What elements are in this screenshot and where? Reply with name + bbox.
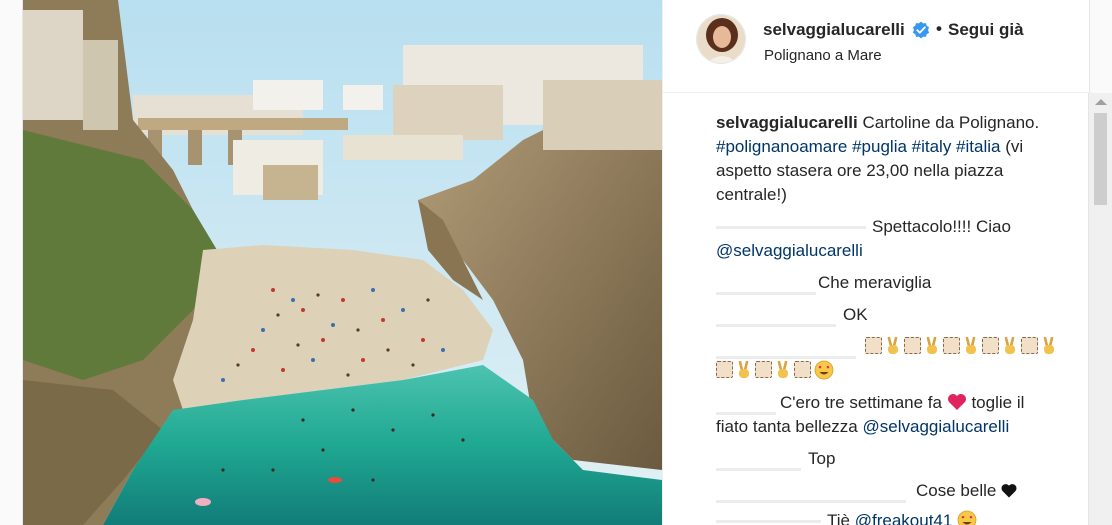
- avatar[interactable]: [696, 14, 746, 64]
- post-photo[interactable]: [23, 0, 662, 525]
- victory-hand-emoji: [887, 337, 898, 354]
- comment-text: Che meraviglia: [818, 273, 932, 292]
- caption-line-2: #polignanoamare #puglia #italy #italia (…: [716, 136, 1023, 158]
- scroll-up-arrow-icon[interactable]: [1095, 99, 1107, 105]
- victory-hand-emoji: [738, 361, 749, 378]
- comments-scrollbar[interactable]: [1088, 93, 1112, 525]
- comment-text: toglie il: [971, 393, 1025, 412]
- instagram-post-dialog: selvaggialucarelli • Segui già Polignano…: [22, 0, 1092, 525]
- victory-hand-emoji: [1043, 337, 1054, 354]
- missing-glyph-box: [943, 337, 960, 354]
- caption-username[interactable]: selvaggialucarelli: [716, 113, 858, 132]
- comments-list: selvaggialucarelli Cartoline da Polignan…: [663, 94, 1092, 525]
- comment-line: Tiè @freakout41: [827, 510, 977, 525]
- post-sidebar: selvaggialucarelli • Segui già Polignano…: [662, 0, 1092, 525]
- separator-dot: •: [936, 19, 942, 38]
- comment-text: C'ero tre settimane fa: [780, 393, 942, 412]
- comment-text: OK: [843, 305, 868, 324]
- comment-text: Spettacolo!!!! Ciao: [872, 217, 1011, 236]
- missing-glyph-box: [794, 361, 811, 378]
- heart-eyes-emoji: [814, 360, 834, 380]
- caption-text-2: (vi: [1005, 137, 1024, 156]
- missing-glyph-box: [982, 337, 999, 354]
- caption-hashtags[interactable]: #polignanoamare #puglia #italy #italia: [716, 137, 1000, 156]
- comment-text: fiato tanta bellezza: [716, 417, 858, 436]
- victory-hand-emoji: [926, 337, 937, 354]
- caption-line-1: selvaggialucarelli Cartoline da Polignan…: [716, 112, 1039, 134]
- comment-username-redacted: [716, 500, 906, 503]
- comment-mention[interactable]: @selvaggialucarelli: [716, 240, 863, 262]
- missing-glyph-box: [865, 337, 882, 354]
- comment-username-redacted: [716, 226, 866, 229]
- comment-emoji-row-2: [716, 360, 834, 382]
- comment-username-redacted: [716, 468, 801, 471]
- post-author-username[interactable]: selvaggialucarelli: [763, 20, 905, 40]
- caption-line-4: centrale!): [716, 185, 787, 204]
- avatar-image: [697, 15, 745, 63]
- heart-eyes-emoji: [957, 510, 977, 525]
- caption-text-1: Cartoline da Polignano.: [862, 113, 1040, 132]
- comment-username-redacted: [716, 412, 776, 415]
- caption-line-3: aspetto stasera ore 23,00 nella piazza: [716, 161, 1004, 180]
- missing-glyph-box: [1021, 337, 1038, 354]
- comment-text: Cose belle: [916, 481, 997, 500]
- comment-text: Tiè: [827, 511, 850, 525]
- victory-hand-emoji: [965, 337, 976, 354]
- comment-mention[interactable]: @selvaggialucarelli: [863, 417, 1010, 436]
- comment-line: Cose belle: [916, 480, 1017, 502]
- victory-hand-emoji: [1004, 337, 1015, 354]
- comment-username-redacted: [716, 520, 821, 523]
- victory-hand-emoji: [777, 361, 788, 378]
- comment-text-line-2: fiato tanta bellezza @selvaggialucarelli: [716, 416, 1009, 438]
- post-header: selvaggialucarelli • Segui già Polignano…: [663, 0, 1092, 93]
- polignano-beach-image: [23, 0, 662, 525]
- post-location[interactable]: Polignano a Mare: [764, 47, 882, 64]
- red-heart-icon: [947, 394, 966, 410]
- black-heart-icon: [1001, 484, 1017, 498]
- missing-glyph-box: [716, 361, 733, 378]
- comment-text: Top: [808, 449, 836, 468]
- comment-mention[interactable]: @freakout41: [855, 511, 953, 525]
- missing-glyph-box: [904, 337, 921, 354]
- comment-username-redacted: [716, 324, 836, 327]
- following-button[interactable]: Segui già: [948, 20, 1024, 40]
- comment-emoji-row-1: [865, 336, 1060, 358]
- verified-badge-icon: [912, 21, 930, 39]
- scrollbar-thumb[interactable]: [1094, 113, 1107, 205]
- missing-glyph-box: [755, 361, 772, 378]
- comment-username-redacted: [716, 292, 816, 295]
- comment-text-line-1: C'ero tre settimane fa toglie il: [780, 392, 1024, 414]
- comment-username-redacted: [716, 356, 856, 359]
